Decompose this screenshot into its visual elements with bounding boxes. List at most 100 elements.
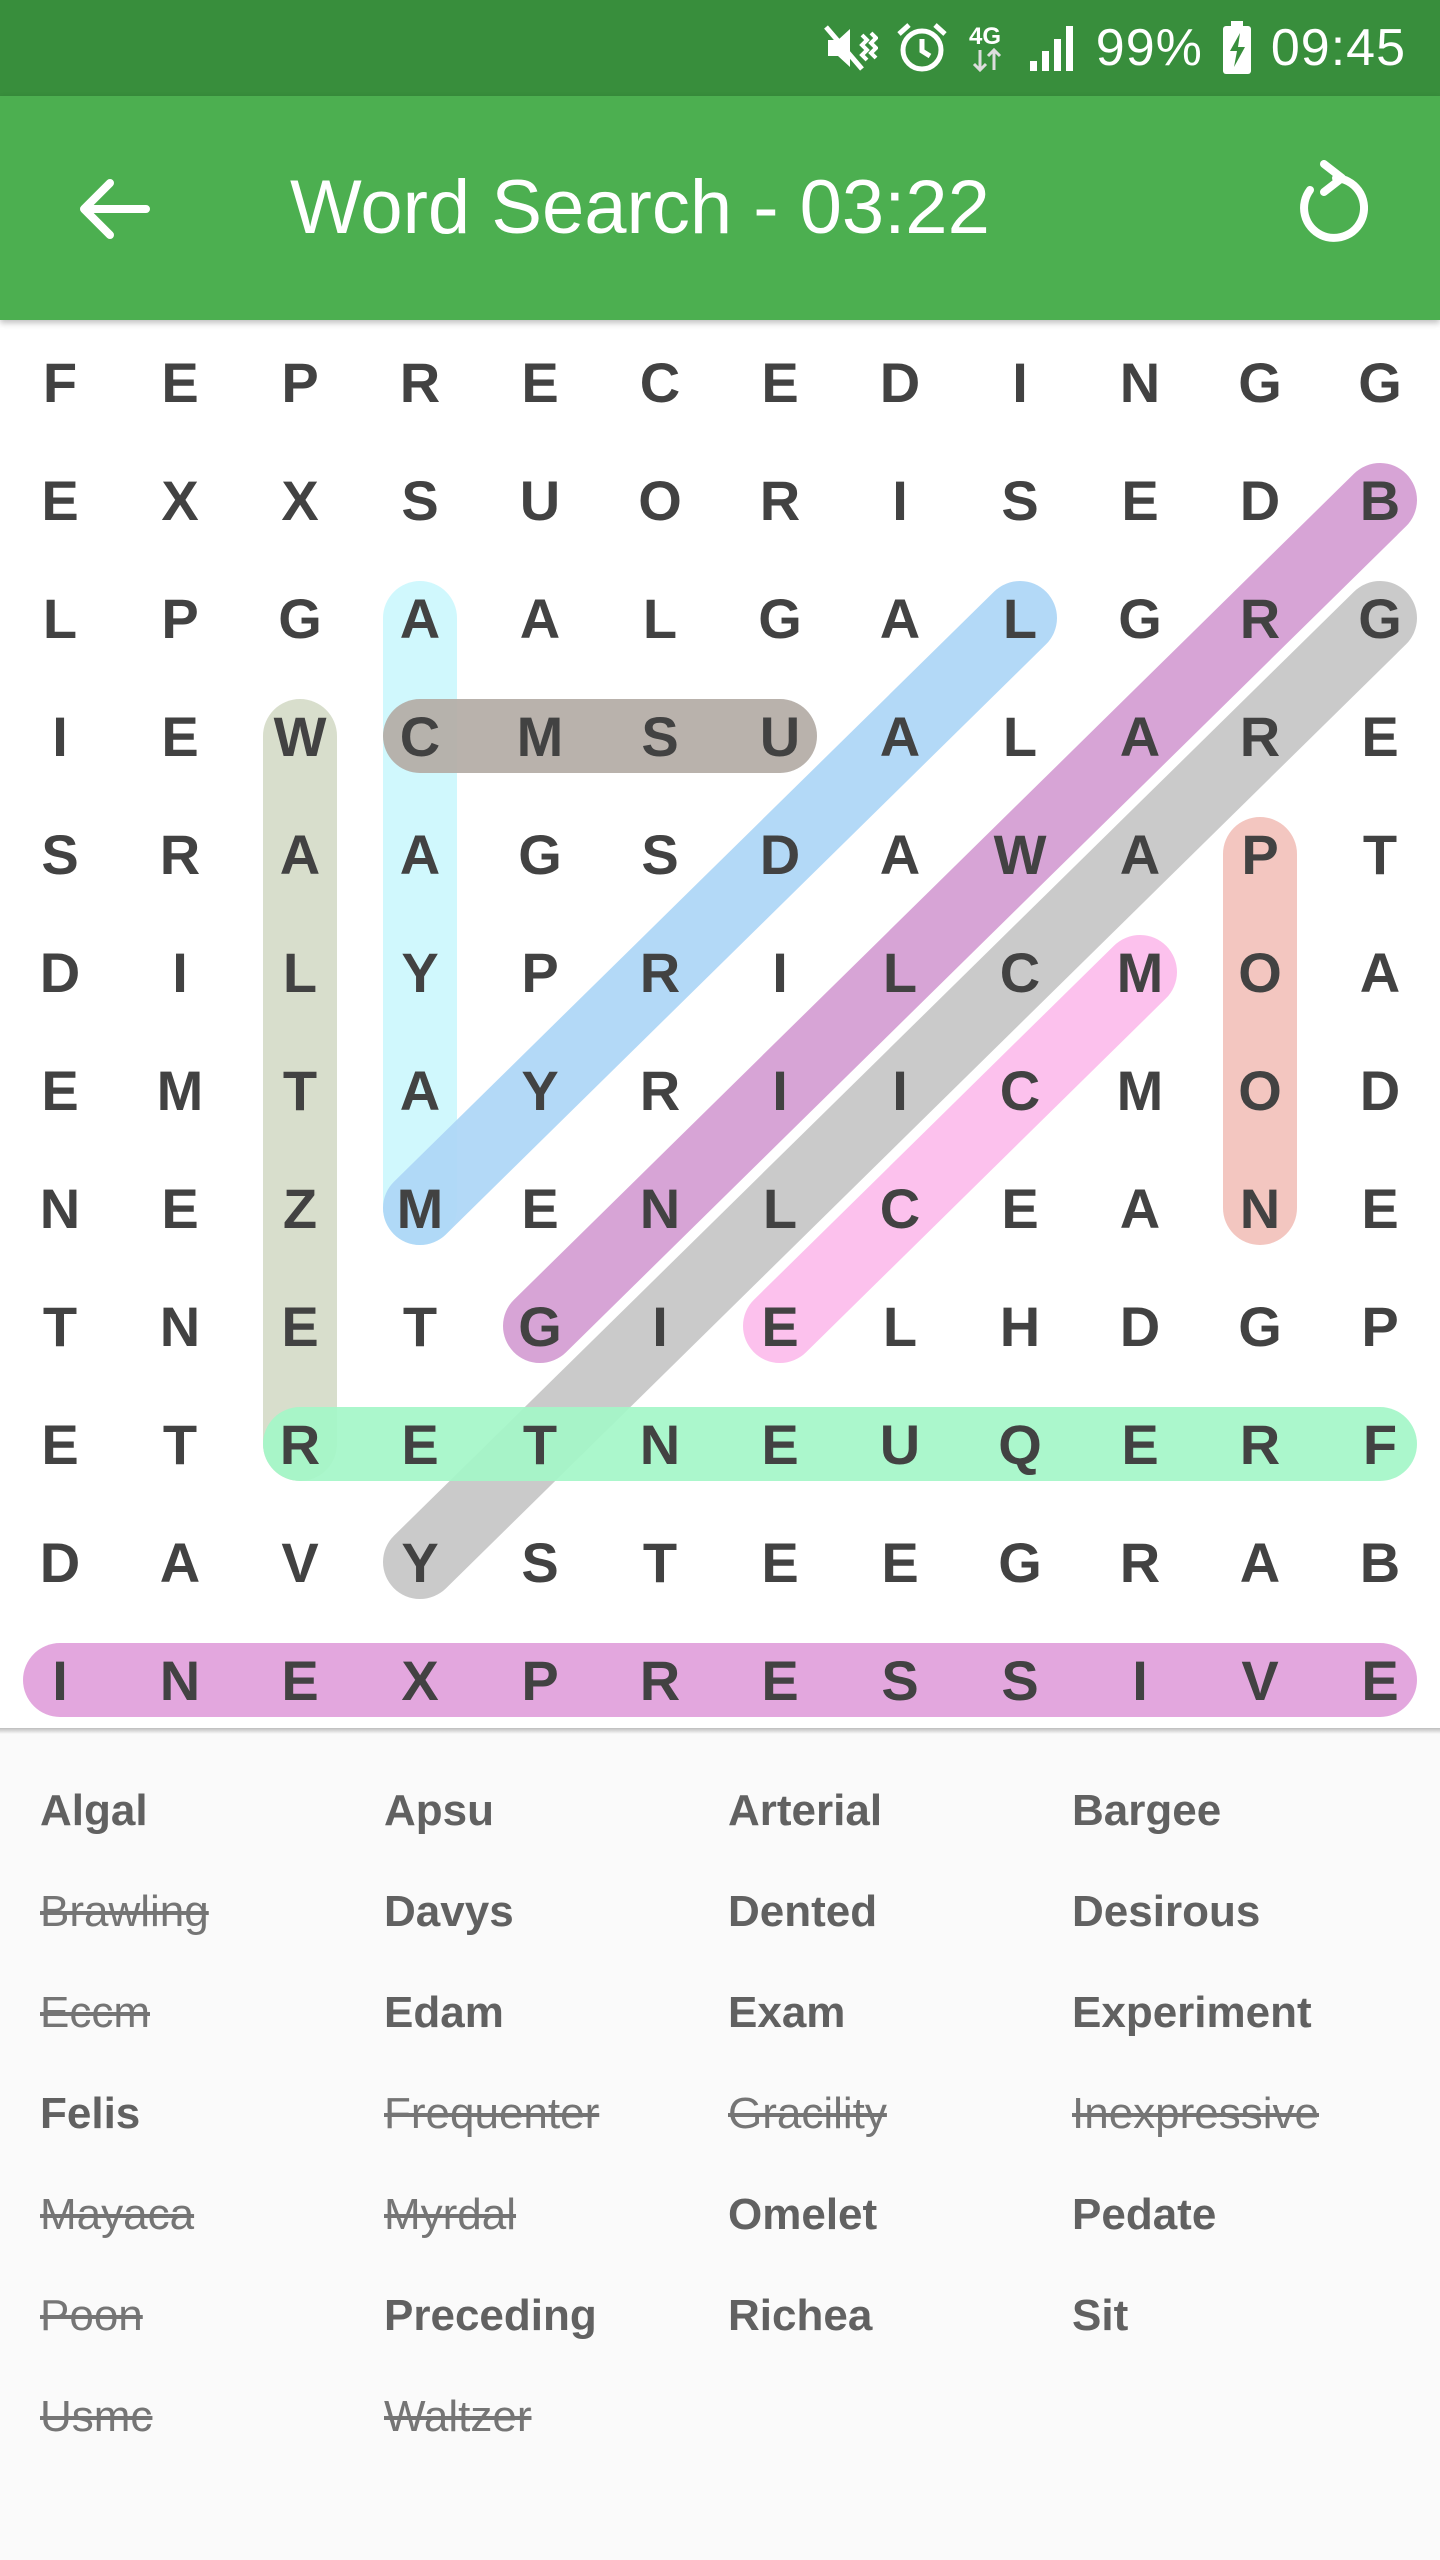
grid-cell[interactable]: I [52,1649,68,1712]
grid-cell[interactable]: N [640,1177,680,1240]
grid-cell[interactable]: E [521,1177,558,1240]
grid-cell[interactable]: Q [998,1413,1042,1476]
grid-cell[interactable]: E [761,1413,798,1476]
grid-cell[interactable]: L [43,587,77,650]
grid-cell[interactable]: Z [283,1177,317,1240]
grid-cell[interactable]: R [160,823,200,886]
grid-cell[interactable]: X [401,1649,438,1712]
grid-cell[interactable]: E [401,1413,438,1476]
grid-cell[interactable]: E [761,1531,798,1594]
grid-cell[interactable]: A [400,1059,440,1122]
grid-cell[interactable]: R [1240,1413,1280,1476]
grid-cell[interactable]: C [880,1177,920,1240]
grid-cell[interactable]: I [772,941,788,1004]
back-button[interactable] [70,166,156,252]
grid-cell[interactable]: R [640,1649,680,1712]
grid-cell[interactable]: N [160,1295,200,1358]
grid-cell[interactable]: P [521,1649,558,1712]
grid-cell[interactable]: D [1120,1295,1160,1358]
grid-cell[interactable]: I [1012,351,1028,414]
grid-cell[interactable]: G [1118,587,1162,650]
grid-cell[interactable]: A [1120,823,1160,886]
grid-cell[interactable]: O [1238,941,1282,1004]
grid-cell[interactable]: G [1358,351,1402,414]
grid-cell[interactable]: N [640,1413,680,1476]
grid-cell[interactable]: Y [401,941,438,1004]
grid-cell[interactable]: G [1358,587,1402,650]
grid-cell[interactable]: E [281,1295,318,1358]
grid-cell[interactable]: T [403,1295,437,1358]
grid-cell[interactable]: C [640,351,680,414]
grid-cell[interactable]: T [1363,823,1397,886]
grid-cell[interactable]: E [281,1649,318,1712]
grid-cell[interactable]: P [1241,823,1278,886]
grid-cell[interactable]: R [1120,1531,1160,1594]
grid-cell[interactable]: E [761,1649,798,1712]
grid-cell[interactable]: A [880,823,920,886]
grid-cell[interactable]: R [640,941,680,1004]
grid-cell[interactable]: X [161,469,198,532]
grid-cell[interactable]: D [760,823,800,886]
grid-cell[interactable]: E [161,351,198,414]
grid-cell[interactable]: M [157,1059,204,1122]
grid-cell[interactable]: P [281,351,318,414]
grid-cell[interactable]: T [43,1295,77,1358]
grid-cell[interactable]: U [760,705,800,768]
grid-cell[interactable]: A [1120,705,1160,768]
grid-cell[interactable]: E [161,1177,198,1240]
grid-cell[interactable]: R [400,351,440,414]
grid-cell[interactable]: D [1360,1059,1400,1122]
grid-cell[interactable]: D [880,351,920,414]
grid-cell[interactable]: S [641,823,678,886]
grid-cell[interactable]: C [1000,1059,1040,1122]
grid-cell[interactable]: I [772,1059,788,1122]
grid-cell[interactable]: E [1361,1649,1398,1712]
grid-cell[interactable]: N [40,1177,80,1240]
grid-cell[interactable]: E [41,469,78,532]
grid-cell[interactable]: F [1363,1413,1397,1476]
grid-cell[interactable]: R [280,1413,320,1476]
grid-cell[interactable]: B [1360,469,1400,532]
grid-cell[interactable]: L [1003,587,1037,650]
grid-cell[interactable]: E [761,351,798,414]
grid-cell[interactable]: E [521,351,558,414]
grid-cell[interactable]: N [160,1649,200,1712]
grid-cell[interactable]: A [520,587,560,650]
grid-cell[interactable]: G [518,823,562,886]
grid-cell[interactable]: C [1000,941,1040,1004]
grid-cell[interactable]: A [1120,1177,1160,1240]
grid-cell[interactable]: B [1360,1531,1400,1594]
grid-cell[interactable]: S [401,469,438,532]
grid-cell[interactable]: A [880,705,920,768]
grid-cell[interactable]: A [160,1531,200,1594]
grid-cell[interactable]: A [1240,1531,1280,1594]
grid-cell[interactable]: T [523,1413,557,1476]
grid-cell[interactable]: I [1132,1649,1148,1712]
grid-cell[interactable]: S [521,1531,558,1594]
grid-cell[interactable]: R [760,469,800,532]
grid-cell[interactable]: T [643,1531,677,1594]
grid-cell[interactable]: E [1121,469,1158,532]
grid-cell[interactable]: V [1241,1649,1278,1712]
grid-cell[interactable]: Y [401,1531,438,1594]
grid-cell[interactable]: T [163,1413,197,1476]
grid-cell[interactable]: S [881,1649,918,1712]
grid-cell[interactable]: C [400,705,440,768]
grid-cell[interactable]: M [1117,941,1164,1004]
grid-cell[interactable]: I [892,469,908,532]
grid-cell[interactable]: E [161,705,198,768]
grid-cell[interactable]: A [880,587,920,650]
word-grid-board[interactable]: FEPRECEDINGGEXXSUORISEDBLPGAALGALGRGIEWC… [0,320,1440,1730]
grid-cell[interactable]: F [43,351,77,414]
grid-cell[interactable]: M [1117,1059,1164,1122]
grid-cell[interactable]: A [400,587,440,650]
grid-cell[interactable]: G [1238,351,1282,414]
grid-cell[interactable]: E [761,1295,798,1358]
grid-cell[interactable]: M [397,1177,444,1240]
grid-cell[interactable]: E [1361,705,1398,768]
grid-cell[interactable]: E [41,1413,78,1476]
grid-cell[interactable]: R [1240,705,1280,768]
grid-cell[interactable]: G [518,1295,562,1358]
grid-cell[interactable]: P [161,587,198,650]
grid-cell[interactable]: A [1360,941,1400,1004]
